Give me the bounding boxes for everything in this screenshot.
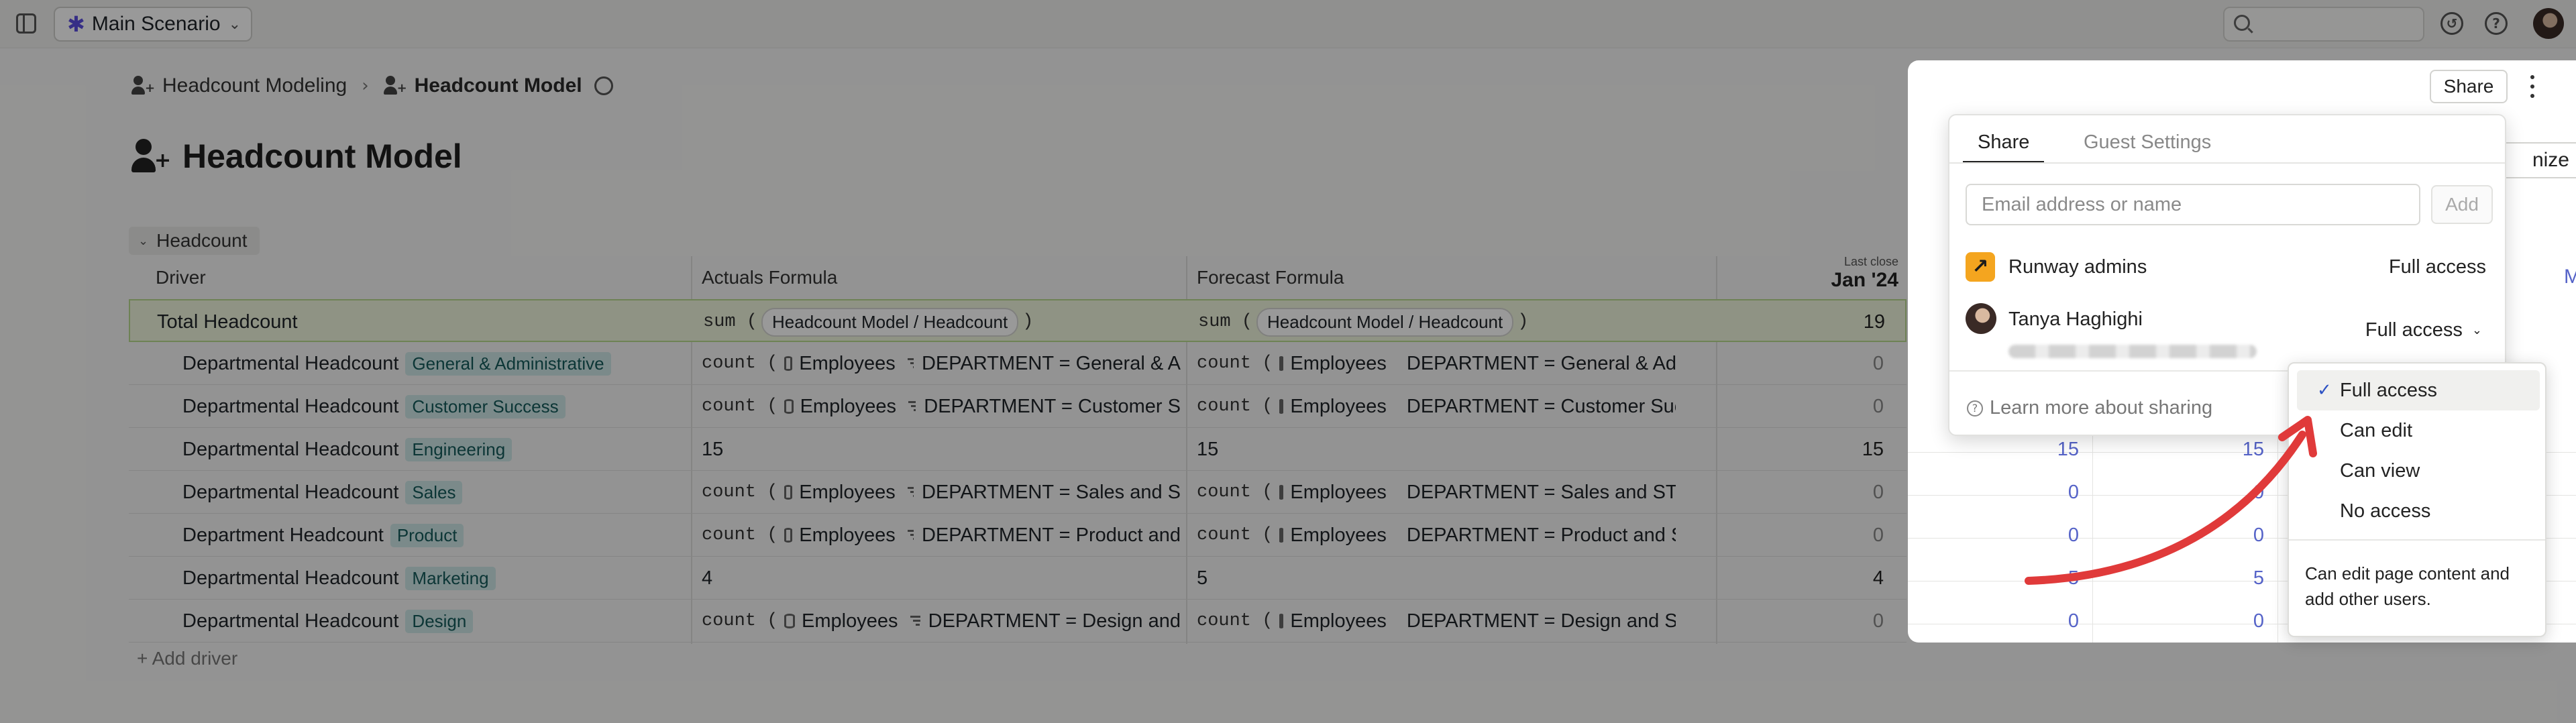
checkmark-icon: ✓ (2317, 380, 2332, 400)
access-level-menu: ✓ Full access Can edit Can view No acces… (2288, 362, 2546, 637)
learn-more-label: Learn more about sharing (1990, 397, 2213, 419)
member-name: Runway admins (2008, 256, 2147, 278)
partial-column-header: M (2564, 266, 2576, 288)
menu-item-full-access[interactable]: ✓ Full access (2297, 370, 2540, 410)
menu-item-label: Full access (2340, 380, 2438, 401)
email-input[interactable] (1966, 184, 2420, 225)
access-description: Can edit page content and add other user… (2305, 563, 2510, 609)
value-cell[interactable]: 0 (1908, 471, 2093, 514)
value-cell[interactable]: 0 (1908, 600, 2093, 643)
menu-item-can-view[interactable]: Can view (2297, 451, 2540, 491)
value-cell[interactable]: 0 (2093, 514, 2278, 557)
value-cell[interactable]: 0 (2093, 471, 2278, 514)
avatar (1966, 303, 1996, 334)
access-level-label: Full access (2365, 319, 2463, 341)
chevron-down-icon: ⌄ (2471, 323, 2482, 337)
value-cell[interactable]: 5 (1908, 557, 2093, 600)
help-circle-icon: ? (1967, 400, 1983, 416)
member-row: Tanya Haghighi Full access ⌄ (1966, 295, 2496, 362)
menu-item-can-edit[interactable]: Can edit (2297, 410, 2540, 451)
more-options-icon[interactable] (2528, 74, 2537, 101)
member-access: Full access (2388, 256, 2486, 278)
divider (2289, 539, 2545, 541)
tab-divider (1949, 162, 2505, 164)
member-row: ↗ Runway admins Full access (1966, 243, 2496, 290)
member-name: Tanya Haghighi (2008, 309, 2143, 330)
menu-item-no-access[interactable]: No access (2297, 491, 2540, 531)
share-button[interactable]: Share (2430, 70, 2508, 103)
tab-share[interactable]: Share (1963, 127, 2045, 164)
value-cell[interactable]: 0 (1908, 514, 2093, 557)
add-button[interactable]: Add (2431, 185, 2493, 224)
value-cell[interactable]: 0 (2093, 600, 2278, 643)
runway-logo-icon: ↗ (1966, 252, 1995, 282)
value-cell[interactable]: 5 (2093, 557, 2278, 600)
access-level-dropdown[interactable]: Full access ⌄ (2365, 319, 2482, 341)
learn-more-link[interactable]: ? Learn more about sharing (1967, 397, 2212, 419)
redacted-email (2008, 345, 2257, 358)
tab-guest-settings[interactable]: Guest Settings (2069, 127, 2226, 164)
